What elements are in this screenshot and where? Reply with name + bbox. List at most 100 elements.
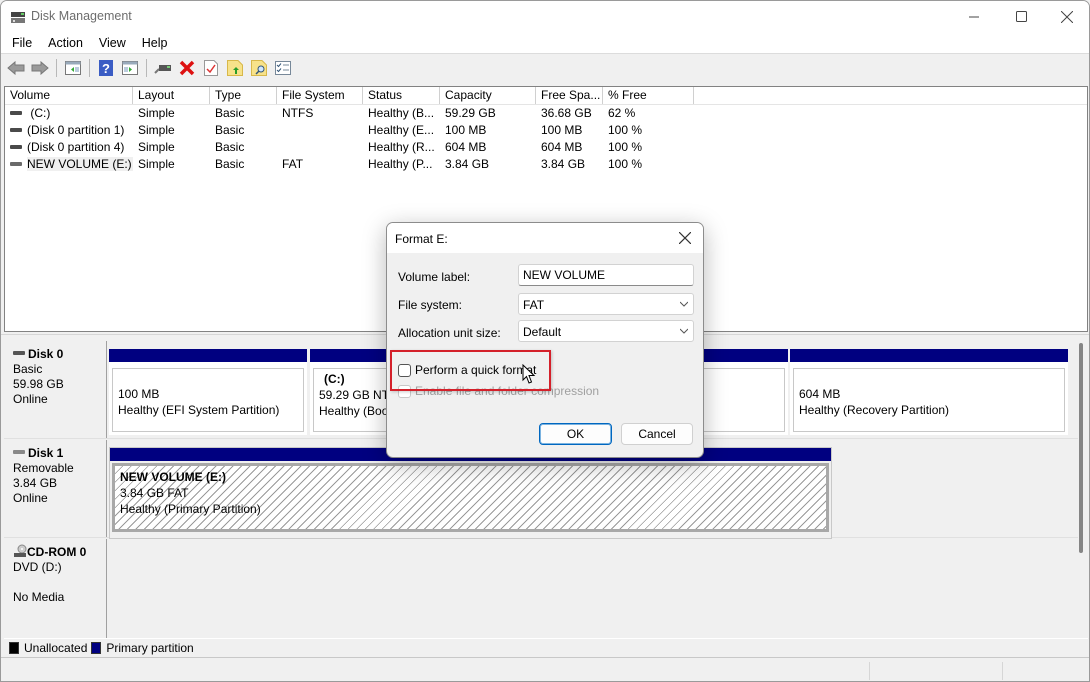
toolbar-separator xyxy=(146,59,147,77)
toolbar: ? xyxy=(1,55,1089,81)
cell-volume: NEW VOLUME (E:) xyxy=(5,156,133,173)
back-button[interactable] xyxy=(5,57,27,79)
action-pane-button[interactable] xyxy=(119,57,141,79)
toolbar-separator xyxy=(56,59,57,77)
cell-fs xyxy=(277,139,363,156)
arrow-right-icon xyxy=(31,61,49,75)
format-dialog: Format E: Volume label: NEW VOLUME File … xyxy=(386,222,704,458)
menu-file[interactable]: File xyxy=(4,33,40,53)
partition-bar xyxy=(109,349,307,362)
cdrom-0-row: CD-ROM 0 DVD (D:) No Media xyxy=(4,539,1078,638)
close-button[interactable] xyxy=(1044,1,1089,32)
export-button[interactable] xyxy=(224,57,246,79)
action-pane-icon xyxy=(122,61,138,75)
partition-new-volume-e[interactable]: NEW VOLUME (E:) 3.84 GB FAT Healthy (Pri… xyxy=(109,447,832,539)
search-button[interactable] xyxy=(248,57,270,79)
cell-capacity: 100 MB xyxy=(445,123,487,137)
partition-body: 100 MB Healthy (EFI System Partition) xyxy=(112,368,304,432)
cell-free: 3.84 GB xyxy=(541,157,586,171)
column-header-status[interactable]: Status xyxy=(363,87,440,104)
file-system-value: FAT xyxy=(523,298,545,312)
cell-fs: NTFS xyxy=(282,106,314,120)
cell-layout: Simple xyxy=(138,157,175,171)
disk-0-label[interactable]: Disk 0 Basic 59.98 GB Online xyxy=(4,341,107,438)
disk-1-label[interactable]: Disk 1 Removable 3.84 GB Online xyxy=(4,440,107,537)
delete-x-icon xyxy=(179,60,195,76)
volume-name: (Disk 0 partition 4) xyxy=(27,140,125,154)
cell-type: Basic xyxy=(215,123,245,137)
dialog-close-button[interactable] xyxy=(667,223,703,253)
folder-up-icon xyxy=(227,60,243,76)
cell-free: 36.68 GB xyxy=(541,106,592,120)
list-view-button[interactable] xyxy=(272,57,294,79)
volume-row[interactable]: (C:) Simple Basic NTFS Healthy (B... 59.29 GB… xyxy=(5,105,1087,122)
allocation-unit-label: Allocation unit size: xyxy=(398,326,501,340)
maximize-icon xyxy=(1015,11,1027,22)
volume-icon xyxy=(10,161,22,166)
cancel-button[interactable]: Cancel xyxy=(621,423,693,445)
partition-bar xyxy=(790,349,1068,362)
cell-pct: 100 % xyxy=(608,123,643,137)
allocation-unit-select[interactable]: Default xyxy=(518,320,694,342)
disk-icon xyxy=(13,450,25,455)
menu-action[interactable]: Action xyxy=(40,33,91,53)
volume-row[interactable]: NEW VOLUME (E:) Simple Basic FAT Healthy (P.… xyxy=(5,156,1087,173)
help-button[interactable]: ? xyxy=(95,57,117,79)
window-title: Disk Management xyxy=(31,9,132,23)
chevron-down-icon xyxy=(680,301,688,307)
cell-status: Healthy (R... xyxy=(368,140,435,154)
cell-pct: 62 % xyxy=(608,106,636,120)
cdrom-icon xyxy=(14,544,27,558)
cell-volume: (Disk 0 partition 4) xyxy=(5,139,133,156)
dialog-title: Format E: xyxy=(395,232,448,246)
cell-pct: 100 % xyxy=(608,157,643,171)
status-separator xyxy=(1002,662,1003,680)
maximize-button[interactable] xyxy=(998,1,1044,32)
cdrom-0-label[interactable]: CD-ROM 0 DVD (D:) No Media xyxy=(4,539,107,638)
column-header-type[interactable]: Type xyxy=(210,87,277,104)
connect-button[interactable] xyxy=(152,57,174,79)
forward-button[interactable] xyxy=(29,57,51,79)
disk-0-size: 59.98 GB xyxy=(13,377,64,391)
disk-0-state: Online xyxy=(13,392,48,406)
menu-help[interactable]: Help xyxy=(134,33,176,53)
cell-capacity: 3.84 GB xyxy=(445,157,490,171)
menu-view[interactable]: View xyxy=(91,33,134,53)
graph-scrollbar[interactable] xyxy=(1079,343,1083,553)
close-icon xyxy=(1061,10,1073,23)
column-header-layout[interactable]: Layout xyxy=(133,87,210,104)
partition-recovery[interactable]: 604 MB Healthy (Recovery Partition) xyxy=(790,349,1068,435)
volume-icon xyxy=(10,127,22,132)
partition-status: Healthy (Primary Partition) xyxy=(120,502,261,516)
delete-button[interactable] xyxy=(176,57,198,79)
column-header-free-space[interactable]: Free Spa... xyxy=(536,87,603,104)
column-header-percent-free[interactable]: % Free xyxy=(603,87,694,104)
volume-row[interactable]: (Disk 0 partition 1) Simple Basic Healthy (… xyxy=(5,122,1087,139)
volume-row[interactable]: (Disk 0 partition 4) Simple Basic Healthy (… xyxy=(5,139,1087,156)
ok-button[interactable]: OK xyxy=(539,423,612,445)
volume-label-input[interactable]: NEW VOLUME xyxy=(518,264,694,286)
column-header-capacity[interactable]: Capacity xyxy=(440,87,536,104)
properties-button[interactable] xyxy=(200,57,222,79)
column-header-file-system[interactable]: File System xyxy=(277,87,363,104)
partition-size: 604 MB xyxy=(799,387,841,401)
legend: Unallocated Primary partition xyxy=(4,638,1088,656)
volume-name: (Disk 0 partition 1) xyxy=(27,123,125,137)
column-header-volume[interactable]: Volume xyxy=(5,87,133,104)
file-system-select[interactable]: FAT xyxy=(518,293,694,315)
help-icon: ? xyxy=(99,60,113,76)
disk-icon xyxy=(13,351,25,356)
console-tree-button[interactable] xyxy=(62,57,84,79)
dialog-title-bar: Format E: xyxy=(387,223,703,253)
disk-1-size: 3.84 GB xyxy=(13,476,58,490)
folder-search-icon xyxy=(251,60,267,76)
partition-efi[interactable]: 100 MB Healthy (EFI System Partition) xyxy=(109,349,307,435)
status-bar xyxy=(1,657,1089,681)
disk-0-name: Disk 0 xyxy=(28,347,64,361)
mouse-cursor-icon xyxy=(522,364,536,384)
svg-text:?: ? xyxy=(102,61,110,76)
checklist-icon xyxy=(275,61,291,75)
cell-status: Healthy (P... xyxy=(368,157,433,171)
minimize-button[interactable] xyxy=(951,1,997,32)
cell-type: Basic xyxy=(215,157,245,171)
